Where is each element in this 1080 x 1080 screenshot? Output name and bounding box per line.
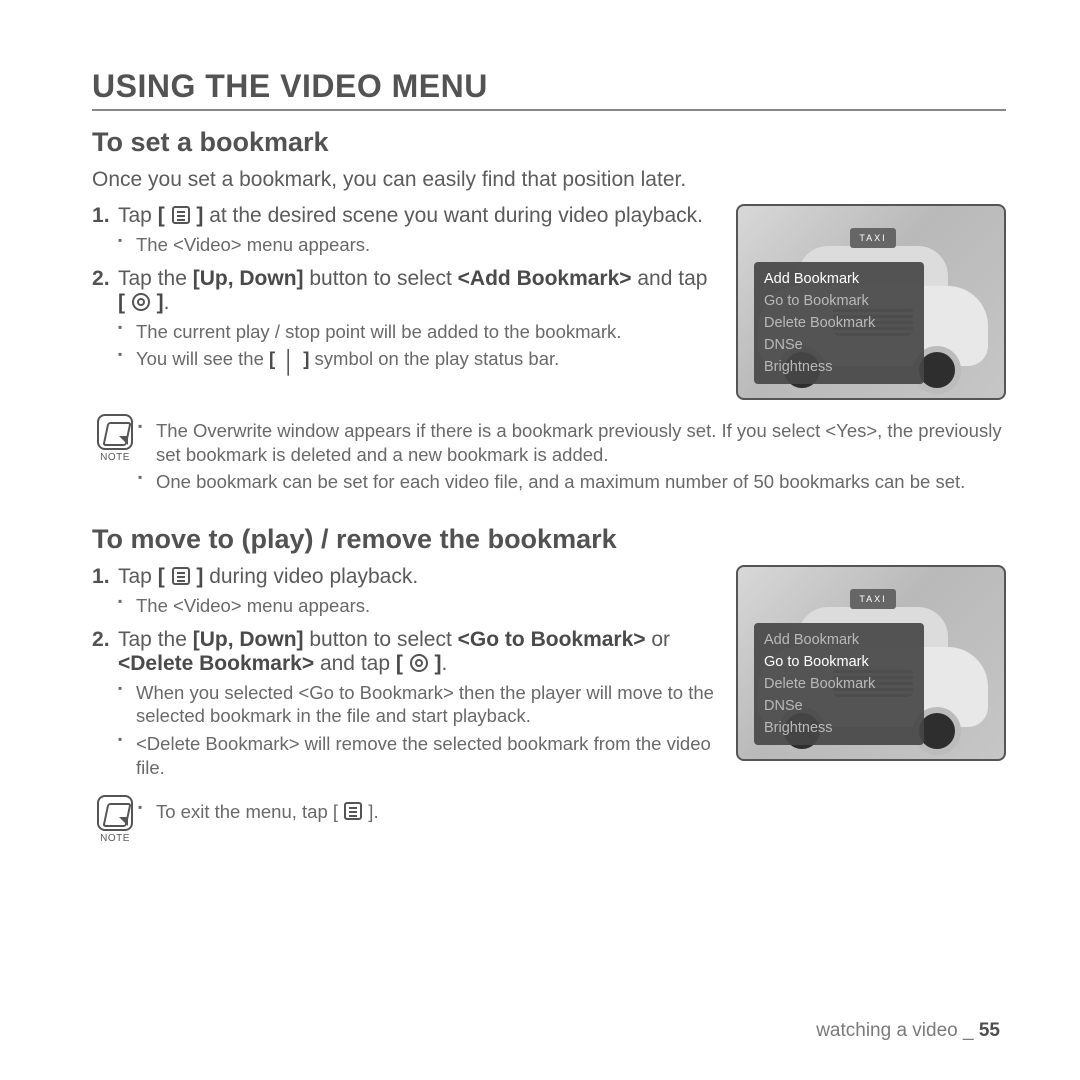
note-icon	[97, 414, 133, 450]
menu-item: DNSe	[764, 334, 914, 356]
page-number: 55	[979, 1020, 1000, 1041]
note-block-1: NOTE The Overwrite window appears if the…	[92, 414, 1006, 506]
menu-item: Delete Bookmark	[764, 673, 914, 695]
note-bullet: One bookmark can be set for each video f…	[138, 470, 1006, 494]
menu-icon	[172, 567, 190, 585]
menu-item: Add Bookmark	[764, 268, 914, 290]
step-1: Tap [ ] during video playback. The <Vide…	[92, 565, 1006, 618]
note-label: NOTE	[92, 833, 138, 844]
section2-heading: To move to (play) / remove the bookmark	[92, 524, 1006, 555]
menu-item: DNSe	[764, 695, 914, 717]
note-label: NOTE	[92, 452, 138, 463]
footer: watching a video _ 55	[816, 1020, 1000, 1042]
menu-item: Add Bookmark	[764, 629, 914, 651]
menu-icon	[344, 802, 362, 820]
select-icon	[132, 293, 150, 311]
bullet: The <Video> menu appears.	[118, 233, 1006, 257]
select-icon	[410, 654, 428, 672]
video-menu-overlay-2: Add Bookmark Go to Bookmark Delete Bookm…	[754, 623, 924, 745]
menu-icon	[172, 206, 190, 224]
note-bullet: The Overwrite window appears if there is…	[138, 419, 1006, 466]
bookmark-mark-icon: │	[282, 348, 296, 376]
note-icon	[97, 795, 133, 831]
video-menu-overlay-1: Add Bookmark Go to Bookmark Delete Bookm…	[754, 262, 924, 384]
menu-item: Brightness	[764, 717, 914, 739]
section1-intro: Once you set a bookmark, you can easily …	[92, 168, 1006, 192]
note-block-2: NOTE To exit the menu, tap [ ].	[92, 795, 1006, 844]
page-title: USING THE VIDEO MENU	[92, 68, 1006, 111]
menu-item: Brightness	[764, 356, 914, 378]
section1-heading: To set a bookmark	[92, 127, 1006, 158]
step-1: Tap [ ] at the desired scene you want du…	[92, 204, 1006, 257]
menu-item: Delete Bookmark	[764, 312, 914, 334]
menu-item: Go to Bookmark	[764, 651, 914, 673]
bullet: The <Video> menu appears.	[118, 594, 1006, 618]
menu-item: Go to Bookmark	[764, 290, 914, 312]
note-bullet: To exit the menu, tap [ ].	[138, 800, 1006, 824]
